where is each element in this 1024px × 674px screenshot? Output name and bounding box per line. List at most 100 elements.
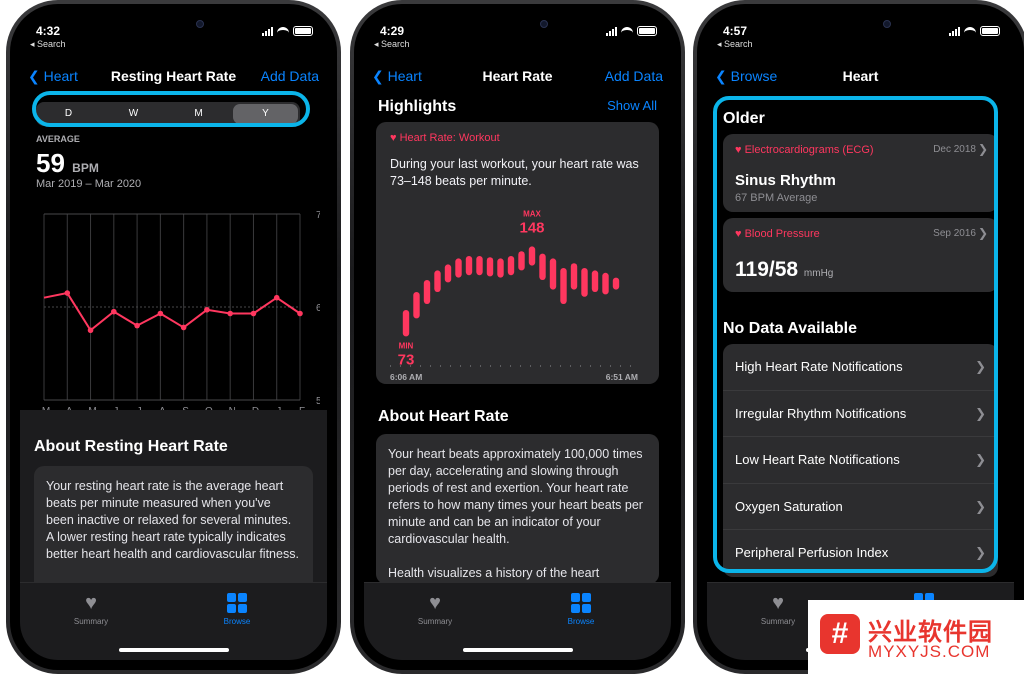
phone-heart-browse: 4:57 ◂ Search ❮ Browse Heart Older ♥ Ele… — [693, 0, 1024, 674]
about-title: About Resting Heart Rate — [34, 438, 228, 455]
average-label: AVERAGE — [36, 134, 80, 144]
notch — [98, 14, 249, 38]
about-title: About Heart Rate — [378, 408, 509, 425]
x-start-label: 6:06 AM — [390, 372, 422, 382]
notch — [442, 14, 593, 38]
date-range: Mar 2019 – Mar 2020 — [36, 178, 142, 190]
watermark-logo: # — [820, 614, 860, 654]
range-bar — [423, 280, 431, 304]
tab-summary[interactable]: ♥ Summary — [56, 593, 126, 626]
range-bar — [444, 264, 452, 283]
wifi-icon — [621, 26, 633, 36]
list-item[interactable]: Peripheral Perfusion Index ❯ — [723, 530, 998, 577]
range-bar — [507, 256, 515, 276]
wifi-icon — [277, 26, 289, 36]
list-item[interactable]: Irregular Rhythm Notifications ❯ — [723, 391, 998, 437]
screen: 4:29 ◂ Search ❮ Heart Heart Rate Add Dat… — [364, 14, 671, 660]
battery-icon — [637, 26, 657, 36]
range-bar — [539, 253, 546, 280]
blood-pressure-record-card[interactable]: ♥ Blood Pressure Sep 2016 ❯ 119/58 mmHg — [723, 218, 998, 292]
tab-summary[interactable]: ♥ Summary — [743, 593, 813, 626]
home-indicator[interactable] — [118, 648, 229, 652]
tab-bar: ♥Summary Browse — [20, 582, 327, 660]
heart-icon: ♥ — [772, 592, 784, 614]
back-to-search[interactable]: ◂ Search — [717, 39, 753, 50]
data-point — [87, 327, 94, 334]
notch — [785, 14, 936, 38]
back-to-search[interactable]: ◂ Search — [374, 39, 410, 50]
nav-bar: ❮ Heart Heart Rate Add Data — [364, 66, 671, 90]
data-point — [157, 310, 164, 317]
tab-summary[interactable]: ♥ Summary — [400, 593, 470, 626]
segment-week[interactable]: W — [101, 102, 166, 126]
range-bar — [434, 270, 441, 292]
back-button[interactable]: ❮ Heart — [28, 68, 78, 85]
data-point — [180, 324, 187, 331]
heart-icon: ♥ — [390, 132, 397, 144]
add-data-button[interactable]: Add Data — [261, 68, 319, 84]
ecg-record-card[interactable]: ♥ Electrocardiograms (ECG) Dec 2018 ❯ Si… — [723, 134, 998, 212]
data-point — [204, 306, 210, 313]
no-data-title: No Data Available — [723, 320, 857, 337]
bp-title: ♥ Blood Pressure — [735, 228, 820, 240]
watermark-url: MYXYJS.COM — [868, 642, 991, 661]
older-title: Older — [723, 110, 765, 127]
range-bar — [518, 251, 525, 271]
tab-browse[interactable]: Browse — [202, 593, 272, 626]
max-label: MAX — [523, 209, 541, 218]
nav-bar: ❮ Heart Resting Heart Rate Add Data — [20, 66, 327, 90]
back-button[interactable]: ❮ Heart — [372, 68, 422, 85]
segment-day[interactable]: D — [36, 102, 101, 126]
no-data-list: High Heart Rate Notifications ❯ Irregular… — [723, 344, 998, 577]
segment-month[interactable]: M — [166, 102, 231, 126]
range-bar — [549, 258, 557, 290]
data-point — [250, 310, 257, 317]
min-label: MIN — [399, 341, 414, 350]
range-bar — [455, 258, 462, 278]
show-all-link[interactable]: Show All — [607, 98, 657, 113]
range-bar — [528, 246, 536, 266]
back-to-search[interactable]: ◂ Search — [30, 39, 66, 50]
y-tick-label: 50 — [316, 396, 320, 407]
list-item[interactable]: Low Heart Rate Notifications ❯ — [723, 437, 998, 484]
data-point — [227, 310, 233, 317]
range-bar — [476, 256, 483, 276]
status-time: 4:29 — [380, 24, 405, 38]
ecg-date: Dec 2018 — [933, 144, 976, 155]
bp-date: Sep 2016 — [933, 228, 976, 239]
workout-card-title: ♥ Heart Rate: Workout — [390, 132, 500, 144]
chevron-right-icon: ❯ — [975, 405, 986, 421]
ecg-title: ♥ Electrocardiograms (ECG) — [735, 144, 874, 156]
segment-year[interactable]: Y — [233, 104, 298, 124]
range-bar — [413, 292, 420, 319]
screen: 4:57 ◂ Search ❮ Browse Heart Older ♥ Ele… — [707, 14, 1014, 660]
range-bar — [486, 257, 494, 277]
chevron-right-icon: ❯ — [975, 359, 986, 374]
back-button[interactable]: ❮ Browse — [715, 68, 777, 85]
tab-browse[interactable]: Browse — [546, 593, 616, 626]
about-card: Your heart beats approximately 100,000 t… — [376, 434, 659, 584]
add-data-button[interactable]: Add Data — [605, 68, 663, 84]
average-value: 59 BPM — [36, 148, 99, 178]
heart-icon: ♥ — [429, 592, 441, 614]
list-item[interactable]: High Heart Rate Notifications ❯ — [723, 344, 998, 391]
battery-icon — [980, 26, 1000, 36]
data-point — [111, 308, 117, 315]
min-value: 73 — [398, 351, 415, 368]
list-item[interactable]: Oxygen Saturation ❯ — [723, 484, 998, 530]
workout-heart-rate-chart: MAX148 MIN73 6:06 AM 6:51 AM — [390, 209, 638, 382]
range-bar — [570, 263, 578, 290]
ecg-subtitle: 67 BPM Average — [735, 192, 818, 204]
status-time: 4:57 — [723, 24, 748, 38]
home-indicator[interactable] — [462, 648, 573, 652]
screen: 4:32 ◂ Search ❮ Heart Resting Heart Rate… — [20, 14, 327, 660]
status-time: 4:32 — [36, 24, 61, 38]
chevron-right-icon: ❯ — [977, 142, 988, 156]
bp-value: 119/58 mmHg — [735, 258, 834, 281]
ecg-value: Sinus Rhythm — [735, 172, 836, 189]
max-value: 148 — [519, 219, 544, 236]
signal-icon — [262, 26, 273, 36]
chevron-right-icon: ❯ — [975, 452, 986, 467]
series-line — [43, 291, 301, 332]
workout-highlight-card[interactable]: ♥ Heart Rate: Workout During your last w… — [376, 122, 659, 384]
